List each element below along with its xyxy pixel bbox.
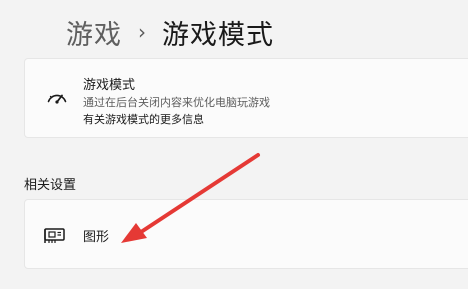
graphics-card-icon (43, 224, 67, 246)
game-mode-card: 游戏模式 通过在后台关闭内容来优化电脑玩游戏 有关游戏模式的更多信息 (24, 58, 468, 138)
breadcrumb-separator: › (138, 20, 146, 44)
breadcrumb: 游戏 › 游戏模式 (66, 10, 274, 54)
related-setting-graphics[interactable]: 图形 (24, 199, 468, 269)
related-settings-heading: 相关设置 (24, 178, 77, 193)
breadcrumb-parent-link[interactable]: 游戏 (66, 13, 122, 52)
page-title: 游戏模式 (162, 19, 274, 51)
game-mode-title: 游戏模式 (83, 78, 136, 93)
game-mode-description: 通过在后台关闭内容来优化电脑玩游戏 (83, 96, 270, 109)
game-mode-more-info-link[interactable]: 有关游戏模式的更多信息 (83, 111, 204, 127)
gauge-icon (45, 86, 69, 110)
graphics-label: 图形 (83, 230, 110, 245)
